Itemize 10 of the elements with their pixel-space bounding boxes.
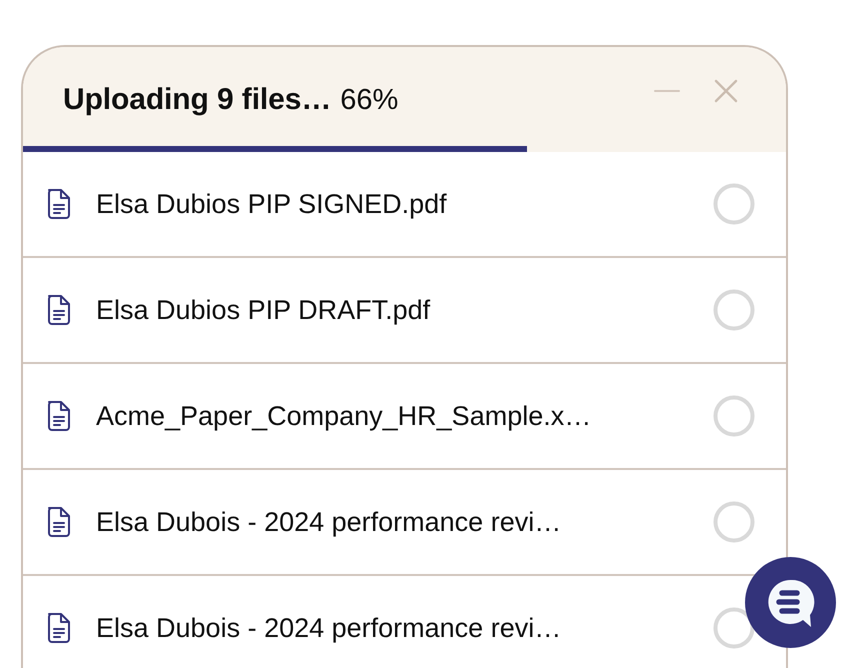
panel-title: Uploading 9 files… — [63, 82, 332, 116]
file-name: Elsa Dubois - 2024 performance revi… — [96, 506, 562, 538]
file-name: Elsa Dubios PIP SIGNED.pdf — [96, 188, 448, 220]
close-icon — [714, 78, 738, 102]
close-button[interactable] — [714, 78, 738, 102]
file-name: Elsa Dubois - 2024 performance revi… — [96, 612, 562, 644]
file-name: Acme_Paper_Company_HR_Sample.x… — [96, 400, 592, 432]
file-name: Elsa Dubios PIP DRAFT.pdf — [96, 294, 432, 326]
upload-percent: 66% — [340, 84, 398, 116]
minimize-icon — [654, 88, 680, 92]
